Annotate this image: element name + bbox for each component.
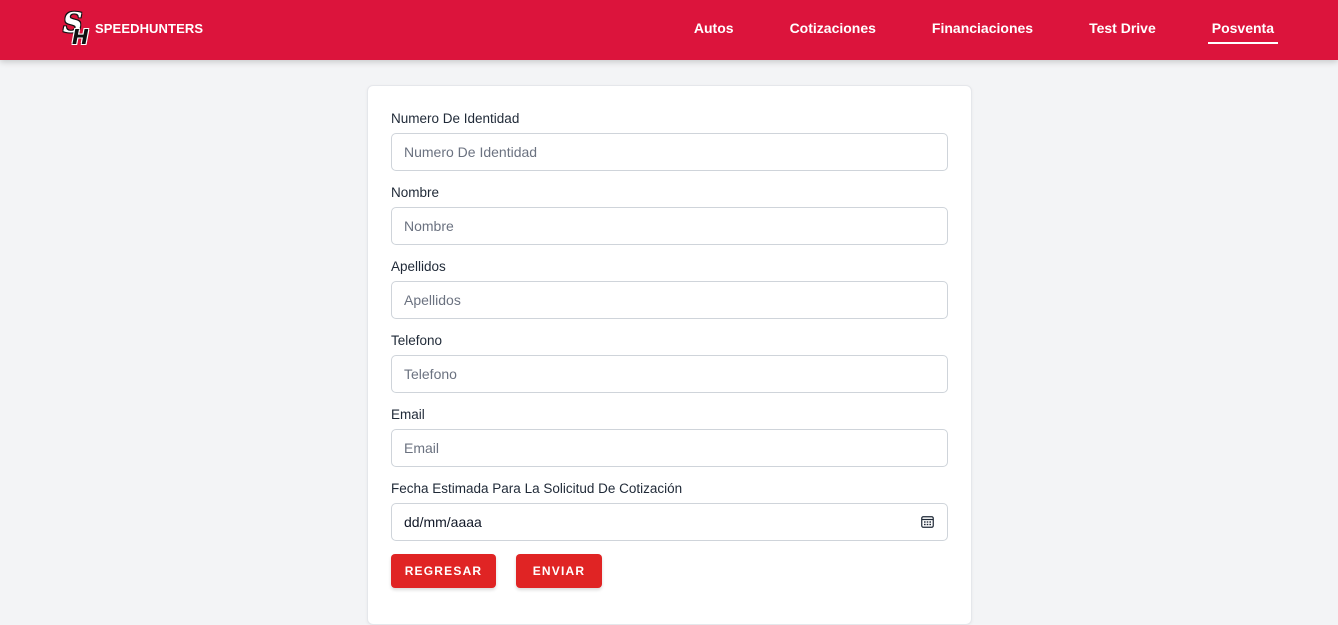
apellidos-label: Apellidos [391,259,446,274]
date-input-value[interactable]: dd/mm/aaaa [391,503,948,541]
field-apellidos: Apellidos [391,258,948,319]
nombre-input[interactable] [391,207,948,245]
regresar-button[interactable]: REGRESAR [391,554,496,588]
email-input[interactable] [391,429,948,467]
apellidos-input[interactable] [391,281,948,319]
fecha-estimada-date-input[interactable]: dd/mm/aaaa [391,503,948,541]
nav-cotizaciones[interactable]: Cotizaciones [786,16,880,40]
nav-financiaciones[interactable]: Financiaciones [928,16,1037,40]
email-label: Email [391,407,425,422]
fecha-estimada-label: Fecha Estimada Para La Solicitud De Coti… [391,481,683,496]
nav-autos[interactable]: Autos [690,16,738,40]
main-nav: Autos Cotizaciones Financiaciones Test D… [642,0,1279,56]
telefono-label: Telefono [391,333,443,348]
field-telefono: Telefono [391,332,948,393]
calendar-icon[interactable] [921,515,934,528]
brand-name: SPEEDHUNTERS [95,20,204,36]
speedhunters-logo-icon: S H [63,8,89,49]
telefono-input[interactable] [391,355,948,393]
field-fecha-estimada: Fecha Estimada Para La Solicitud De Coti… [391,480,948,541]
nav-test-drive[interactable]: Test Drive [1085,16,1160,40]
field-nombre: Nombre [391,184,948,245]
form-card: Numero De Identidad Nombre Apellidos Tel… [367,85,972,625]
numero-identidad-label: Numero De Identidad [391,111,520,126]
numero-identidad-input[interactable] [391,133,948,171]
enviar-button[interactable]: ENVIAR [516,554,602,588]
brand-home-link[interactable]: S H SPEEDHUNTERS [62,8,204,49]
top-navbar: S H SPEEDHUNTERS Autos Cotizaciones Fina… [0,0,1338,60]
field-email: Email [391,406,948,467]
nombre-label: Nombre [391,185,440,200]
nav-posventa[interactable]: Posventa [1207,16,1279,44]
field-numero-identidad: Numero De Identidad [391,110,948,171]
